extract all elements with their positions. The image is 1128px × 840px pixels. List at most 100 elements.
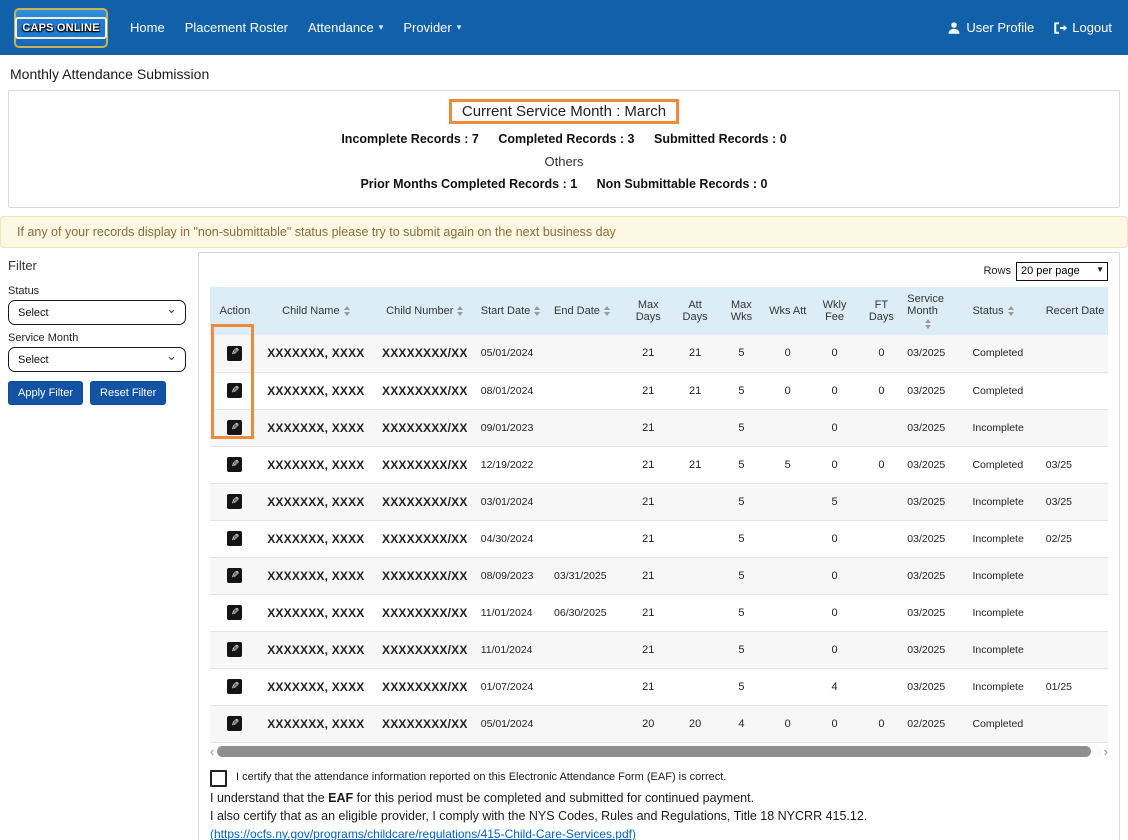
submitted-records-count: Submitted Records : 0 — [654, 132, 787, 146]
edit-record-button[interactable]: ✎ — [227, 494, 242, 509]
scroll-left-icon[interactable]: ‹ — [210, 746, 214, 757]
cell-wks_att — [765, 557, 811, 594]
cell-end_date — [551, 483, 624, 520]
edit-record-button[interactable]: ✎ — [227, 716, 242, 731]
cell-child_name: XXXXXXX, XXXX — [260, 446, 372, 483]
edit-record-button[interactable]: ✎ — [227, 383, 242, 398]
sort-icon[interactable] — [457, 306, 463, 316]
pencil-icon: ✎ — [231, 534, 239, 544]
edit-record-button[interactable]: ✎ — [227, 457, 242, 472]
cell-service_month: 03/2025 — [904, 594, 969, 631]
column-header-wkly_fee: Wkly Fee — [811, 287, 859, 335]
nav-item-provider[interactable]: Provider ▾ — [395, 14, 469, 41]
logout-button[interactable]: Logout — [1050, 14, 1114, 41]
table-row: ✎XXXXXXX, XXXXXXXXXXXX/XX01/07/202421540… — [210, 668, 1108, 705]
cell-status: Incomplete — [969, 520, 1042, 557]
current-service-month-highlight: Current Service Month : March — [449, 99, 679, 124]
sort-icon[interactable] — [1008, 306, 1014, 316]
pencil-icon: ✎ — [231, 423, 239, 433]
sort-icon[interactable] — [925, 319, 931, 329]
nav-right: User Profile Logout — [945, 14, 1114, 41]
edit-record-button[interactable]: ✎ — [227, 420, 242, 435]
cell-status: Incomplete — [969, 631, 1042, 668]
records-summary-line: Incomplete Records : 7 Completed Records… — [9, 132, 1119, 146]
sort-icon[interactable] — [534, 306, 540, 316]
edit-record-button[interactable]: ✎ — [227, 679, 242, 694]
column-header-end_date[interactable]: End Date — [551, 287, 624, 335]
non-submittable-count: Non Submittable Records : 0 — [597, 177, 768, 191]
edit-record-button[interactable]: ✎ — [227, 531, 242, 546]
certify-checkbox[interactable] — [210, 770, 227, 787]
cell-recert_date: 01/25 — [1043, 668, 1108, 705]
cell-action: ✎ — [210, 631, 260, 668]
cell-status: Incomplete — [969, 409, 1042, 446]
nav-item-attendance[interactable]: Attendance ▾ — [300, 14, 391, 41]
cell-start_date: 05/01/2024 — [478, 705, 551, 742]
regulations-pdf-link[interactable]: (https://ocfs.ny.gov/programs/childcare/… — [210, 827, 636, 840]
edit-record-button[interactable]: ✎ — [227, 642, 242, 657]
cell-wks_att — [765, 483, 811, 520]
attendance-table-panel: Rows 20 per page ▼ ActionChild NameChild… — [198, 252, 1120, 840]
cell-action: ✎ — [210, 409, 260, 446]
table-row: ✎XXXXXXX, XXXXXXXXXXXX/XX08/09/202303/31… — [210, 557, 1108, 594]
reset-filter-button[interactable]: Reset Filter — [90, 381, 166, 405]
pencil-icon: ✎ — [231, 348, 239, 358]
cell-start_date: 03/01/2024 — [478, 483, 551, 520]
caps-online-logo-text: CAPS ONLINE — [15, 17, 106, 39]
cell-action: ✎ — [210, 520, 260, 557]
edit-record-button[interactable]: ✎ — [227, 605, 242, 620]
cell-wkly_fee: 0 — [811, 520, 859, 557]
user-profile-button[interactable]: User Profile — [945, 14, 1036, 41]
column-header-child_name[interactable]: Child Name — [260, 287, 372, 335]
others-label: Others — [9, 154, 1119, 169]
status-select-wrap: Select ⌄ — [8, 300, 186, 325]
cell-recert_date — [1043, 372, 1108, 409]
column-header-status[interactable]: Status — [969, 287, 1042, 335]
cell-max_wks: 5 — [718, 483, 765, 520]
cell-start_date: 09/01/2023 — [478, 409, 551, 446]
cell-child_name: XXXXXXX, XXXX — [260, 483, 372, 520]
summary-card: Current Service Month : March Incomplete… — [8, 90, 1120, 208]
cell-start_date: 11/01/2024 — [478, 594, 551, 631]
cell-end_date — [551, 335, 624, 372]
cell-max_days: 21 — [624, 557, 672, 594]
cell-att_days: 21 — [672, 372, 718, 409]
rows-select-wrap: 20 per page ▼ — [1016, 261, 1108, 281]
sort-icon[interactable] — [344, 306, 350, 316]
cell-status: Incomplete — [969, 594, 1042, 631]
cell-recert_date — [1043, 631, 1108, 668]
completed-records-count: Completed Records : 3 — [498, 132, 634, 146]
cell-att_days: 21 — [672, 446, 718, 483]
scrollbar-track[interactable] — [216, 746, 1101, 757]
column-header-max_wks: Max Wks — [718, 287, 765, 335]
edit-record-button[interactable]: ✎ — [227, 568, 242, 583]
cell-status: Incomplete — [969, 668, 1042, 705]
column-header-att_days: Att Days — [672, 287, 718, 335]
cell-service_month: 03/2025 — [904, 372, 969, 409]
caps-online-logo[interactable]: CAPS ONLINE — [14, 8, 108, 48]
edit-record-button[interactable]: ✎ — [227, 346, 242, 361]
scrollbar-thumb[interactable] — [217, 746, 1091, 757]
column-label: Status — [972, 305, 1003, 317]
cell-service_month: 03/2025 — [904, 446, 969, 483]
column-header-start_date[interactable]: Start Date — [478, 287, 551, 335]
pencil-icon: ✎ — [231, 571, 239, 581]
scroll-right-icon[interactable]: › — [1104, 746, 1108, 757]
status-select[interactable]: Select — [8, 300, 186, 325]
cell-child_number: XXXXXXXX/XX — [372, 372, 478, 409]
rows-per-page-select[interactable]: 20 per page — [1016, 262, 1108, 281]
column-header-service_month[interactable]: Service Month — [904, 287, 969, 335]
sort-icon[interactable] — [604, 306, 610, 316]
apply-filter-button[interactable]: Apply Filter — [8, 381, 83, 405]
column-header-child_number[interactable]: Child Number — [372, 287, 478, 335]
cell-start_date: 12/19/2022 — [478, 446, 551, 483]
cell-service_month: 03/2025 — [904, 668, 969, 705]
service-month-select[interactable]: Select — [8, 347, 186, 372]
cell-ft_days — [858, 520, 904, 557]
cell-wkly_fee: 0 — [811, 705, 859, 742]
cell-recert_date: 03/25 — [1043, 483, 1108, 520]
nav-item-placement-roster[interactable]: Placement Roster — [177, 14, 296, 41]
column-label: Wks Att — [769, 305, 806, 317]
cell-end_date — [551, 372, 624, 409]
nav-item-home[interactable]: Home — [122, 14, 173, 41]
